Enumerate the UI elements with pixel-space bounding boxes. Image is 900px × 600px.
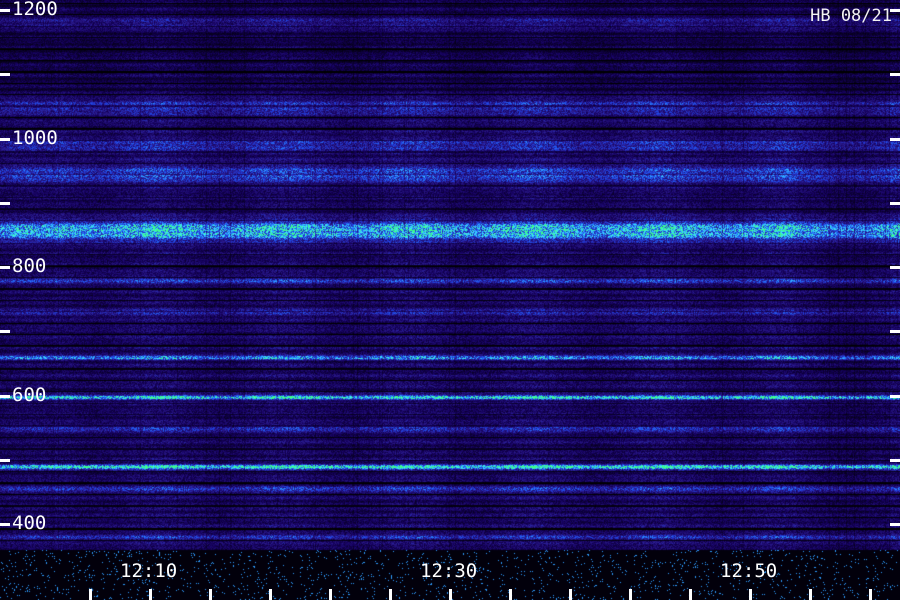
- y-tick-mark: [0, 459, 10, 462]
- y-tick-mark: [890, 266, 900, 269]
- x-tick-mark: [809, 589, 812, 600]
- x-tick-mark: [629, 589, 632, 600]
- x-tick-mark: [569, 589, 572, 600]
- y-tick-mark: [890, 395, 900, 398]
- y-tick-label: 800: [12, 255, 47, 277]
- y-tick-mark: [0, 9, 10, 12]
- y-tick-mark: [0, 523, 10, 526]
- x-tick-mark: [329, 589, 332, 600]
- x-tick-mark: [89, 589, 92, 600]
- x-tick-mark: [389, 589, 392, 600]
- y-tick-mark: [890, 523, 900, 526]
- y-tick-mark: [890, 73, 900, 76]
- x-tick-mark: [269, 589, 272, 600]
- x-tick-mark: [449, 589, 452, 600]
- x-tick-label: 12:50: [720, 560, 778, 582]
- x-tick-mark: [209, 589, 212, 600]
- chart-overlay: 1200 1000 800 600 400 12:10 12:30 12:50 HB 08/…: [0, 0, 900, 600]
- x-tick-mark: [749, 589, 752, 600]
- x-tick-label: 12:10: [120, 560, 178, 582]
- y-tick-label: 400: [12, 512, 47, 534]
- y-tick-mark: [0, 138, 10, 141]
- x-tick-mark: [509, 589, 512, 600]
- x-tick-mark: [149, 589, 152, 600]
- y-tick-mark: [0, 330, 10, 333]
- x-tick-label: 12:30: [420, 560, 478, 582]
- y-tick-mark: [0, 395, 10, 398]
- date-stamp: HB 08/21: [810, 6, 892, 26]
- y-tick-label: 1000: [12, 127, 58, 149]
- y-tick-mark: [890, 138, 900, 141]
- y-tick-mark: [0, 266, 10, 269]
- y-tick-mark: [0, 73, 10, 76]
- x-tick-mark: [869, 589, 872, 600]
- y-tick-mark: [0, 202, 10, 205]
- y-tick-label: 600: [12, 384, 47, 406]
- y-tick-mark: [890, 202, 900, 205]
- y-tick-mark: [890, 330, 900, 333]
- y-tick-mark: [890, 459, 900, 462]
- y-tick-label: 1200: [12, 0, 58, 20]
- x-tick-mark: [689, 589, 692, 600]
